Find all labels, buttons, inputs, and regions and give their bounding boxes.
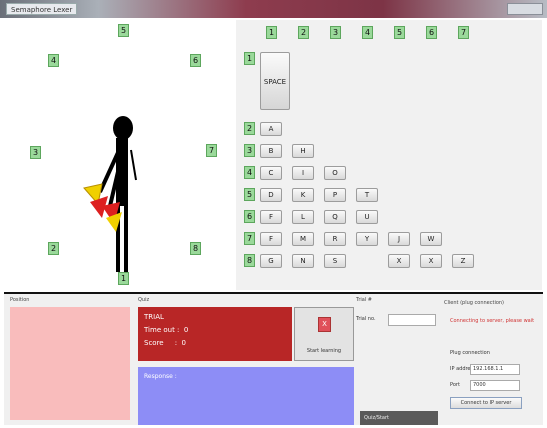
space-key[interactable]: SPACE — [260, 52, 290, 110]
trial-title: TRIAL — [144, 313, 164, 321]
trial-number-field[interactable] — [388, 314, 436, 326]
quiz-start-button[interactable]: Quiz/Start — [360, 411, 438, 425]
quiz-section-label: Quiz — [138, 297, 150, 303]
ip-address-field[interactable]: 192.168.1.1 — [470, 364, 520, 375]
control-panel: Position Quiz Trial # Client (plug conne… — [4, 292, 543, 425]
key-x2[interactable]: X — [420, 254, 442, 268]
key-s[interactable]: S — [324, 254, 346, 268]
key-b[interactable]: B — [260, 144, 282, 158]
port-label: Port — [450, 382, 460, 388]
row-badge-4: 4 — [244, 166, 255, 179]
trial-status-box: TRIAL Time out : 0 Score : 0 — [138, 307, 292, 361]
window-title: Semaphore Lexer — [6, 3, 78, 15]
letter-keyboard-panel: 1 2 3 4 5 6 7 1 2 3 4 5 6 7 8 SPACE A B … — [236, 20, 542, 290]
row-badge-1: 1 — [244, 52, 255, 65]
key-p[interactable]: P — [324, 188, 346, 202]
column-badge-6: 6 — [426, 26, 437, 39]
row-badge-5: 5 — [244, 188, 255, 201]
trial-timeout: Time out : 0 — [144, 326, 189, 334]
connection-status: Connecting to server, please wait — [450, 318, 535, 324]
key-q[interactable]: Q — [324, 210, 346, 224]
trial-section-label: Trial # — [356, 297, 372, 303]
key-t[interactable]: T — [356, 188, 378, 202]
key-d[interactable]: D — [260, 188, 282, 202]
client-section-label: Client (plug connection) — [444, 300, 505, 306]
column-badge-3: 3 — [330, 26, 341, 39]
key-w[interactable]: W — [420, 232, 442, 246]
response-label: Response : — [144, 373, 177, 380]
key-m[interactable]: M — [292, 232, 314, 246]
position-section-label: Position — [10, 297, 30, 303]
key-y[interactable]: Y — [356, 232, 378, 246]
plug-connection-label: Plug connection — [450, 350, 490, 356]
figure-arm-detail — [130, 149, 137, 181]
key-j[interactable]: J — [388, 232, 410, 246]
port-field[interactable]: 7000 — [470, 380, 520, 391]
key-i[interactable]: I — [292, 166, 314, 180]
key-g[interactable]: G — [260, 254, 282, 268]
key-x[interactable]: X — [388, 254, 410, 268]
key-h[interactable]: H — [292, 144, 314, 158]
trial-score: Score : 0 — [144, 339, 186, 347]
key-z[interactable]: Z — [452, 254, 474, 268]
row-badge-7: 7 — [244, 232, 255, 245]
key-c[interactable]: C — [260, 166, 282, 180]
start-learning-label: Start learning — [306, 348, 342, 354]
column-badge-4: 4 — [362, 26, 373, 39]
key-n[interactable]: N — [292, 254, 314, 268]
semaphore-figure-panel: 5 4 6 3 7 2 8 1 — [4, 20, 234, 290]
start-learning-button[interactable]: X Start learning — [294, 307, 354, 361]
key-f2[interactable]: F — [260, 232, 282, 246]
key-u[interactable]: U — [356, 210, 378, 224]
main-stage: 5 4 6 3 7 2 8 1 1 2 3 4 5 6 7 1 2 3 4 5 … — [4, 20, 542, 290]
row-badge-6: 6 — [244, 210, 255, 223]
key-l[interactable]: L — [292, 210, 314, 224]
column-badge-7: 7 — [458, 26, 469, 39]
row-badge-8: 8 — [244, 254, 255, 267]
key-r[interactable]: R — [324, 232, 346, 246]
trial-number-label: Trial no. — [356, 316, 376, 322]
column-badge-2: 2 — [298, 26, 309, 39]
stop-icon: X — [318, 317, 331, 332]
response-box: Response : — [138, 367, 354, 425]
column-badge-1: 1 — [266, 26, 277, 39]
row-badge-3: 3 — [244, 144, 255, 157]
key-o[interactable]: O — [324, 166, 346, 180]
key-k[interactable]: K — [292, 188, 314, 202]
key-a[interactable]: A — [260, 122, 282, 136]
key-f[interactable]: F — [260, 210, 282, 224]
row-badge-2: 2 — [244, 122, 255, 135]
window-controls[interactable] — [507, 3, 543, 15]
figure-arms-and-flags — [83, 145, 137, 232]
window-titlebar: Semaphore Lexer — [0, 0, 547, 18]
column-badge-5: 5 — [394, 26, 405, 39]
position-display — [10, 307, 130, 420]
connect-button[interactable]: Connect to IP server — [450, 397, 522, 409]
